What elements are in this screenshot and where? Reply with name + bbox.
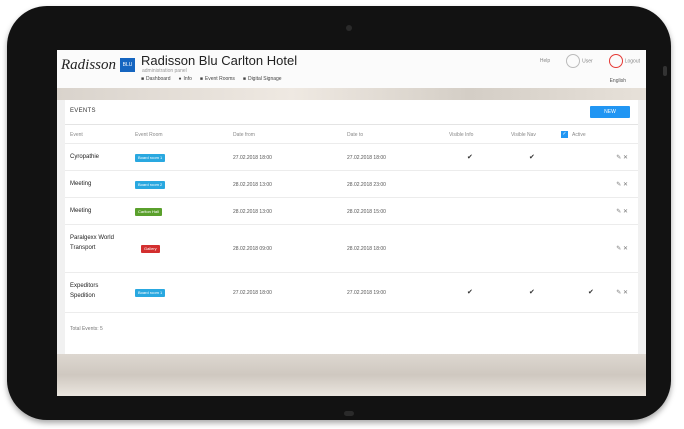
power-icon — [608, 54, 623, 68]
divider — [65, 124, 638, 125]
table-row[interactable]: Expeditors Spedition Board room 1 27.02.… — [65, 272, 638, 313]
room-badge: Carlton Hall — [135, 208, 162, 216]
column-header-visible-info[interactable]: Visible Info — [449, 132, 473, 138]
column-header-visible-nav[interactable]: Visible Nav — [511, 132, 536, 138]
language-select[interactable]: English — [610, 78, 626, 84]
header-actions: Help User Logout — [540, 54, 640, 68]
row-actions[interactable]: ✎ ✕ — [616, 289, 628, 296]
date-to: 27.02.2018 19:00 — [347, 290, 386, 296]
app-screen: Radisson BLU Radisson Blu Carlton Hotel … — [57, 50, 646, 396]
table-bottom-border — [65, 312, 638, 314]
date-from: 27.02.2018 18:00 — [233, 290, 272, 296]
select-all-checkbox[interactable]: ✓ — [561, 131, 568, 138]
logout-button[interactable]: Logout — [608, 54, 640, 68]
tablet-frame: Radisson BLU Radisson Blu Carlton Hotel … — [7, 6, 671, 420]
row-actions[interactable]: ✎ ✕ — [616, 245, 628, 252]
dashboard-icon: ■ — [141, 76, 145, 82]
date-to: 27.02.2018 18:00 — [347, 155, 386, 161]
visible-info-check: ✔ — [467, 154, 473, 161]
column-header-event[interactable]: Event — [70, 132, 83, 138]
nav-item-dashboard[interactable]: ■ Dashboard — [141, 76, 171, 82]
date-from: 27.02.2018 18:00 — [233, 155, 272, 161]
column-header-room[interactable]: Event Room — [135, 132, 163, 138]
user-menu[interactable]: User — [566, 54, 593, 68]
table-row[interactable]: Paralgexx World Transport Gallery 28.02.… — [65, 224, 638, 273]
visible-nav-check: ✔ — [529, 289, 535, 296]
column-header-active[interactable]: Active — [572, 132, 586, 138]
room-badge: Board room 1 — [135, 289, 166, 297]
info-icon: ● — [178, 76, 182, 82]
event-name: Meeting — [70, 208, 92, 214]
events-panel: EVENTS NEW Event Event Room Date from Da… — [65, 100, 638, 354]
date-from: 28.02.2018 13:00 — [233, 209, 272, 215]
room-badge: Board room 1 — [135, 154, 166, 162]
event-name: Expeditors Spedition — [70, 283, 99, 299]
table-row[interactable]: Cyropathie Board room 1 27.02.2018 18:00… — [65, 143, 638, 171]
table-row[interactable]: Meeting Board room 2 28.02.2018 13:00 28… — [65, 170, 638, 198]
nav-item-digital-signage[interactable]: ■ Digital Signage — [243, 76, 282, 82]
column-header-date-to[interactable]: Date to — [347, 132, 363, 138]
row-actions[interactable]: ✎ ✕ — [616, 181, 628, 188]
date-to: 28.02.2018 15:00 — [347, 209, 386, 215]
date-to: 28.02.2018 23:00 — [347, 182, 386, 188]
row-actions[interactable]: ✎ ✕ — [616, 154, 628, 161]
nav-item-event-rooms[interactable]: ■ Event Rooms — [200, 76, 235, 82]
room-badge: Board room 2 — [135, 181, 166, 189]
panel-title: EVENTS — [70, 108, 96, 114]
row-actions[interactable]: ✎ ✕ — [616, 208, 628, 215]
side-button — [663, 66, 667, 76]
main-nav: ■ Dashboard ● Info ■ Event Rooms ■ Digital S… — [141, 76, 282, 82]
column-header-date-from[interactable]: Date from — [233, 132, 255, 138]
brand-logo: Radisson — [61, 57, 117, 73]
home-button — [344, 411, 354, 416]
active-check: ✔ — [588, 289, 594, 296]
event-name: Meeting — [70, 181, 92, 187]
user-icon — [566, 54, 581, 68]
table-row[interactable]: Meeting Carlton Hall 28.02.2018 13:00 28… — [65, 197, 638, 225]
camera-icon — [346, 25, 352, 31]
background-image-strip — [57, 88, 646, 100]
brand-logo-badge: BLU — [120, 58, 135, 72]
visible-nav-check: ✔ — [529, 154, 535, 161]
room-badge: Gallery — [141, 245, 160, 253]
event-name: Paralgexx World Transport — [70, 235, 114, 251]
background-image-bottom — [57, 354, 646, 396]
visible-info-check: ✔ — [467, 289, 473, 296]
date-from: 28.02.2018 09:00 — [233, 246, 272, 252]
hotel-subtitle: administration panel — [142, 68, 187, 74]
signage-icon: ■ — [242, 76, 246, 82]
nav-item-info[interactable]: ● Info — [179, 76, 192, 82]
event-name: Cyropathie — [70, 154, 100, 160]
date-to: 28.02.2018 18:00 — [347, 246, 386, 252]
hotel-name: Radisson Blu Carlton Hotel — [141, 53, 298, 68]
rooms-icon: ■ — [199, 76, 203, 82]
help-link[interactable]: Help — [540, 58, 550, 64]
date-from: 28.02.2018 13:00 — [233, 182, 272, 188]
total-events: Total Events: 5 — [70, 326, 103, 332]
new-event-button[interactable]: NEW — [590, 106, 630, 118]
